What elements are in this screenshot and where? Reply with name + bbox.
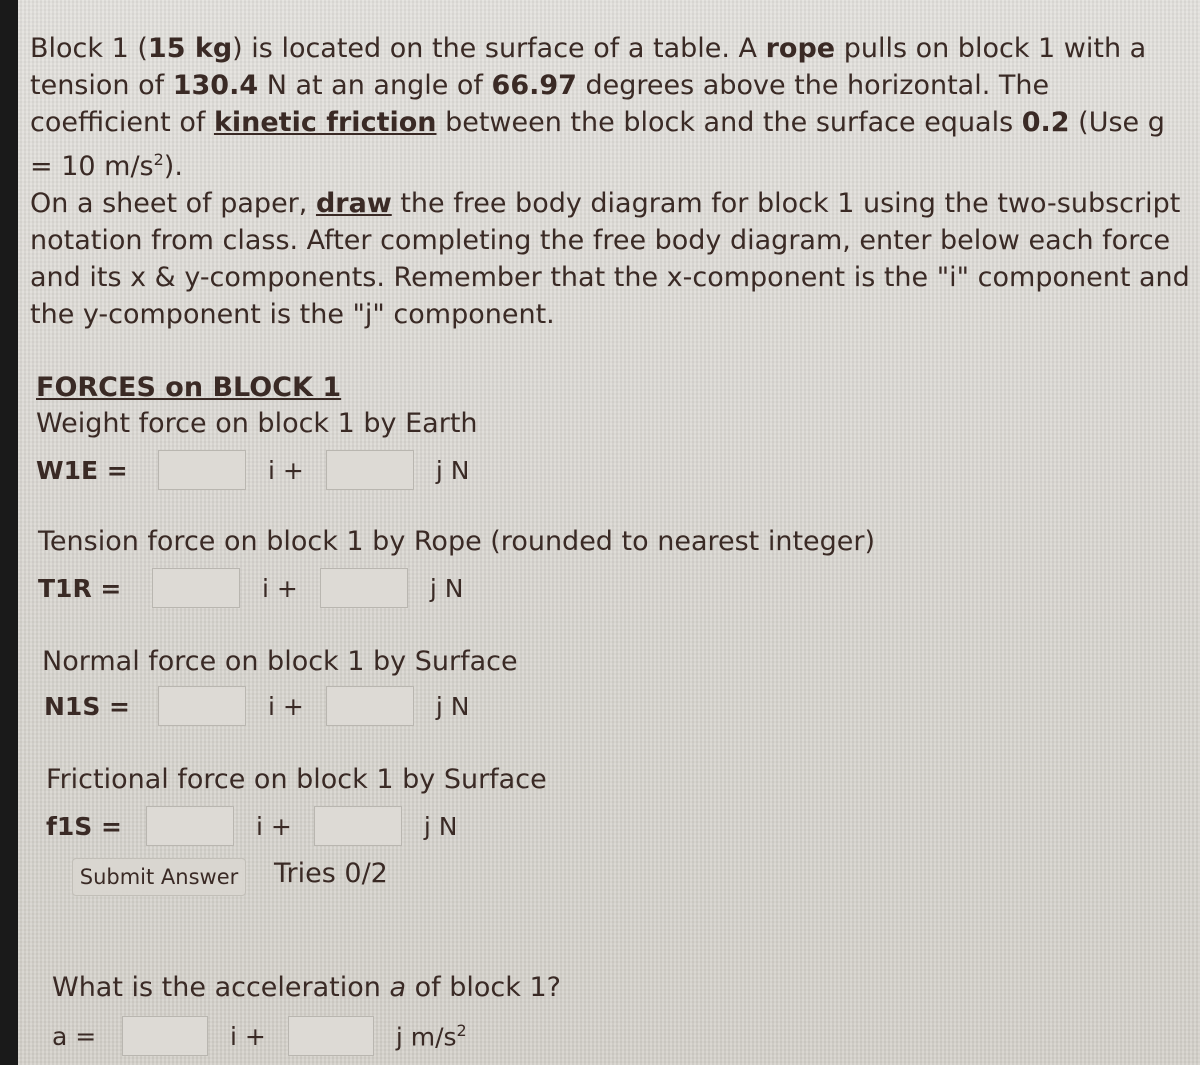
submit-answer-button[interactable]: Submit Answer: [72, 858, 246, 896]
tension-i-input[interactable]: [152, 568, 240, 608]
normal-j-input[interactable]: [325, 686, 414, 726]
tries-counter: Tries 0/2: [274, 858, 388, 889]
text: of block 1?: [406, 972, 561, 1003]
friction-i-input[interactable]: [146, 806, 234, 846]
normal-var-label: N1S =: [44, 691, 130, 721]
weight-j-input[interactable]: [325, 450, 414, 490]
i-label: i +: [262, 573, 298, 603]
weight-force-row: W1E = i + j N: [36, 450, 481, 490]
normal-force-row: N1S = i + j N: [44, 686, 481, 726]
acceleration-var-label: a =: [52, 1021, 97, 1051]
screen: Block 1 (15 kg) is located on the surfac…: [18, 0, 1200, 1065]
forces-heading: FORCES on BLOCK 1: [36, 372, 342, 403]
acceleration-j-input[interactable]: [287, 1016, 374, 1056]
weight-var-label: W1E =: [36, 455, 128, 485]
unit-label: j N: [423, 811, 458, 841]
text: Block 1 (: [30, 33, 148, 64]
i-label: i +: [268, 455, 304, 485]
problem-paragraph-1: Block 1 (15 kg) is located on the surfac…: [30, 30, 1190, 185]
friction-force-row: f1S = i + j N: [46, 806, 469, 846]
acceleration-i-input[interactable]: [122, 1016, 208, 1056]
text: ) is located on the surface of a table. …: [232, 33, 766, 64]
friction-force-label: Frictional force on block 1 by Surface: [46, 764, 547, 795]
i-label: i +: [230, 1021, 266, 1051]
text: N at an angle of: [258, 70, 492, 101]
angle-value: 66.97: [491, 70, 577, 101]
weight-i-input[interactable]: [158, 450, 246, 490]
friction-coefficient-value: 0.2: [1021, 107, 1070, 138]
kinetic-friction-link[interactable]: kinetic friction: [214, 107, 437, 138]
weight-force-label: Weight force on block 1 by Earth: [36, 408, 478, 439]
tension-force-label: Tension force on block 1 by Rope (rounde…: [38, 526, 876, 557]
i-label: i +: [256, 811, 292, 841]
acceleration-var: a: [389, 972, 407, 1003]
tension-value: 130.4: [172, 70, 259, 101]
unit-text: j m/s: [395, 1022, 457, 1052]
normal-force-label: Normal force on block 1 by Surface: [42, 646, 518, 677]
text: between the block and the surface equals: [436, 107, 1022, 138]
tension-var-label: T1R =: [38, 573, 122, 603]
unit-label: j N: [435, 691, 470, 721]
superscript: 2: [153, 150, 164, 169]
tension-force-row: T1R = i + j N: [38, 568, 475, 608]
problem-paragraph-2: On a sheet of paper, draw the free body …: [30, 185, 1190, 333]
mass-value: 15 kg: [147, 33, 233, 64]
acceleration-question: What is the acceleration a of block 1?: [52, 972, 561, 1003]
friction-var-label: f1S =: [46, 811, 122, 841]
normal-i-input[interactable]: [158, 686, 246, 726]
tension-j-input[interactable]: [319, 568, 408, 608]
i-label: i +: [268, 691, 304, 721]
acceleration-row: a = i + j m/s2: [52, 1016, 479, 1056]
superscript: 2: [456, 1020, 467, 1040]
text: On a sheet of paper,: [30, 188, 316, 219]
unit-label: j N: [435, 455, 470, 485]
friction-j-input[interactable]: [313, 806, 402, 846]
text: What is the acceleration: [52, 972, 390, 1003]
rope-term: rope: [765, 33, 836, 64]
unit-label: j N: [429, 573, 464, 603]
text: ).: [163, 151, 183, 182]
problem-statement: Block 1 (15 kg) is located on the surfac…: [30, 30, 1190, 333]
unit-label: j m/s2: [396, 1021, 467, 1051]
draw-link[interactable]: draw: [316, 188, 392, 219]
